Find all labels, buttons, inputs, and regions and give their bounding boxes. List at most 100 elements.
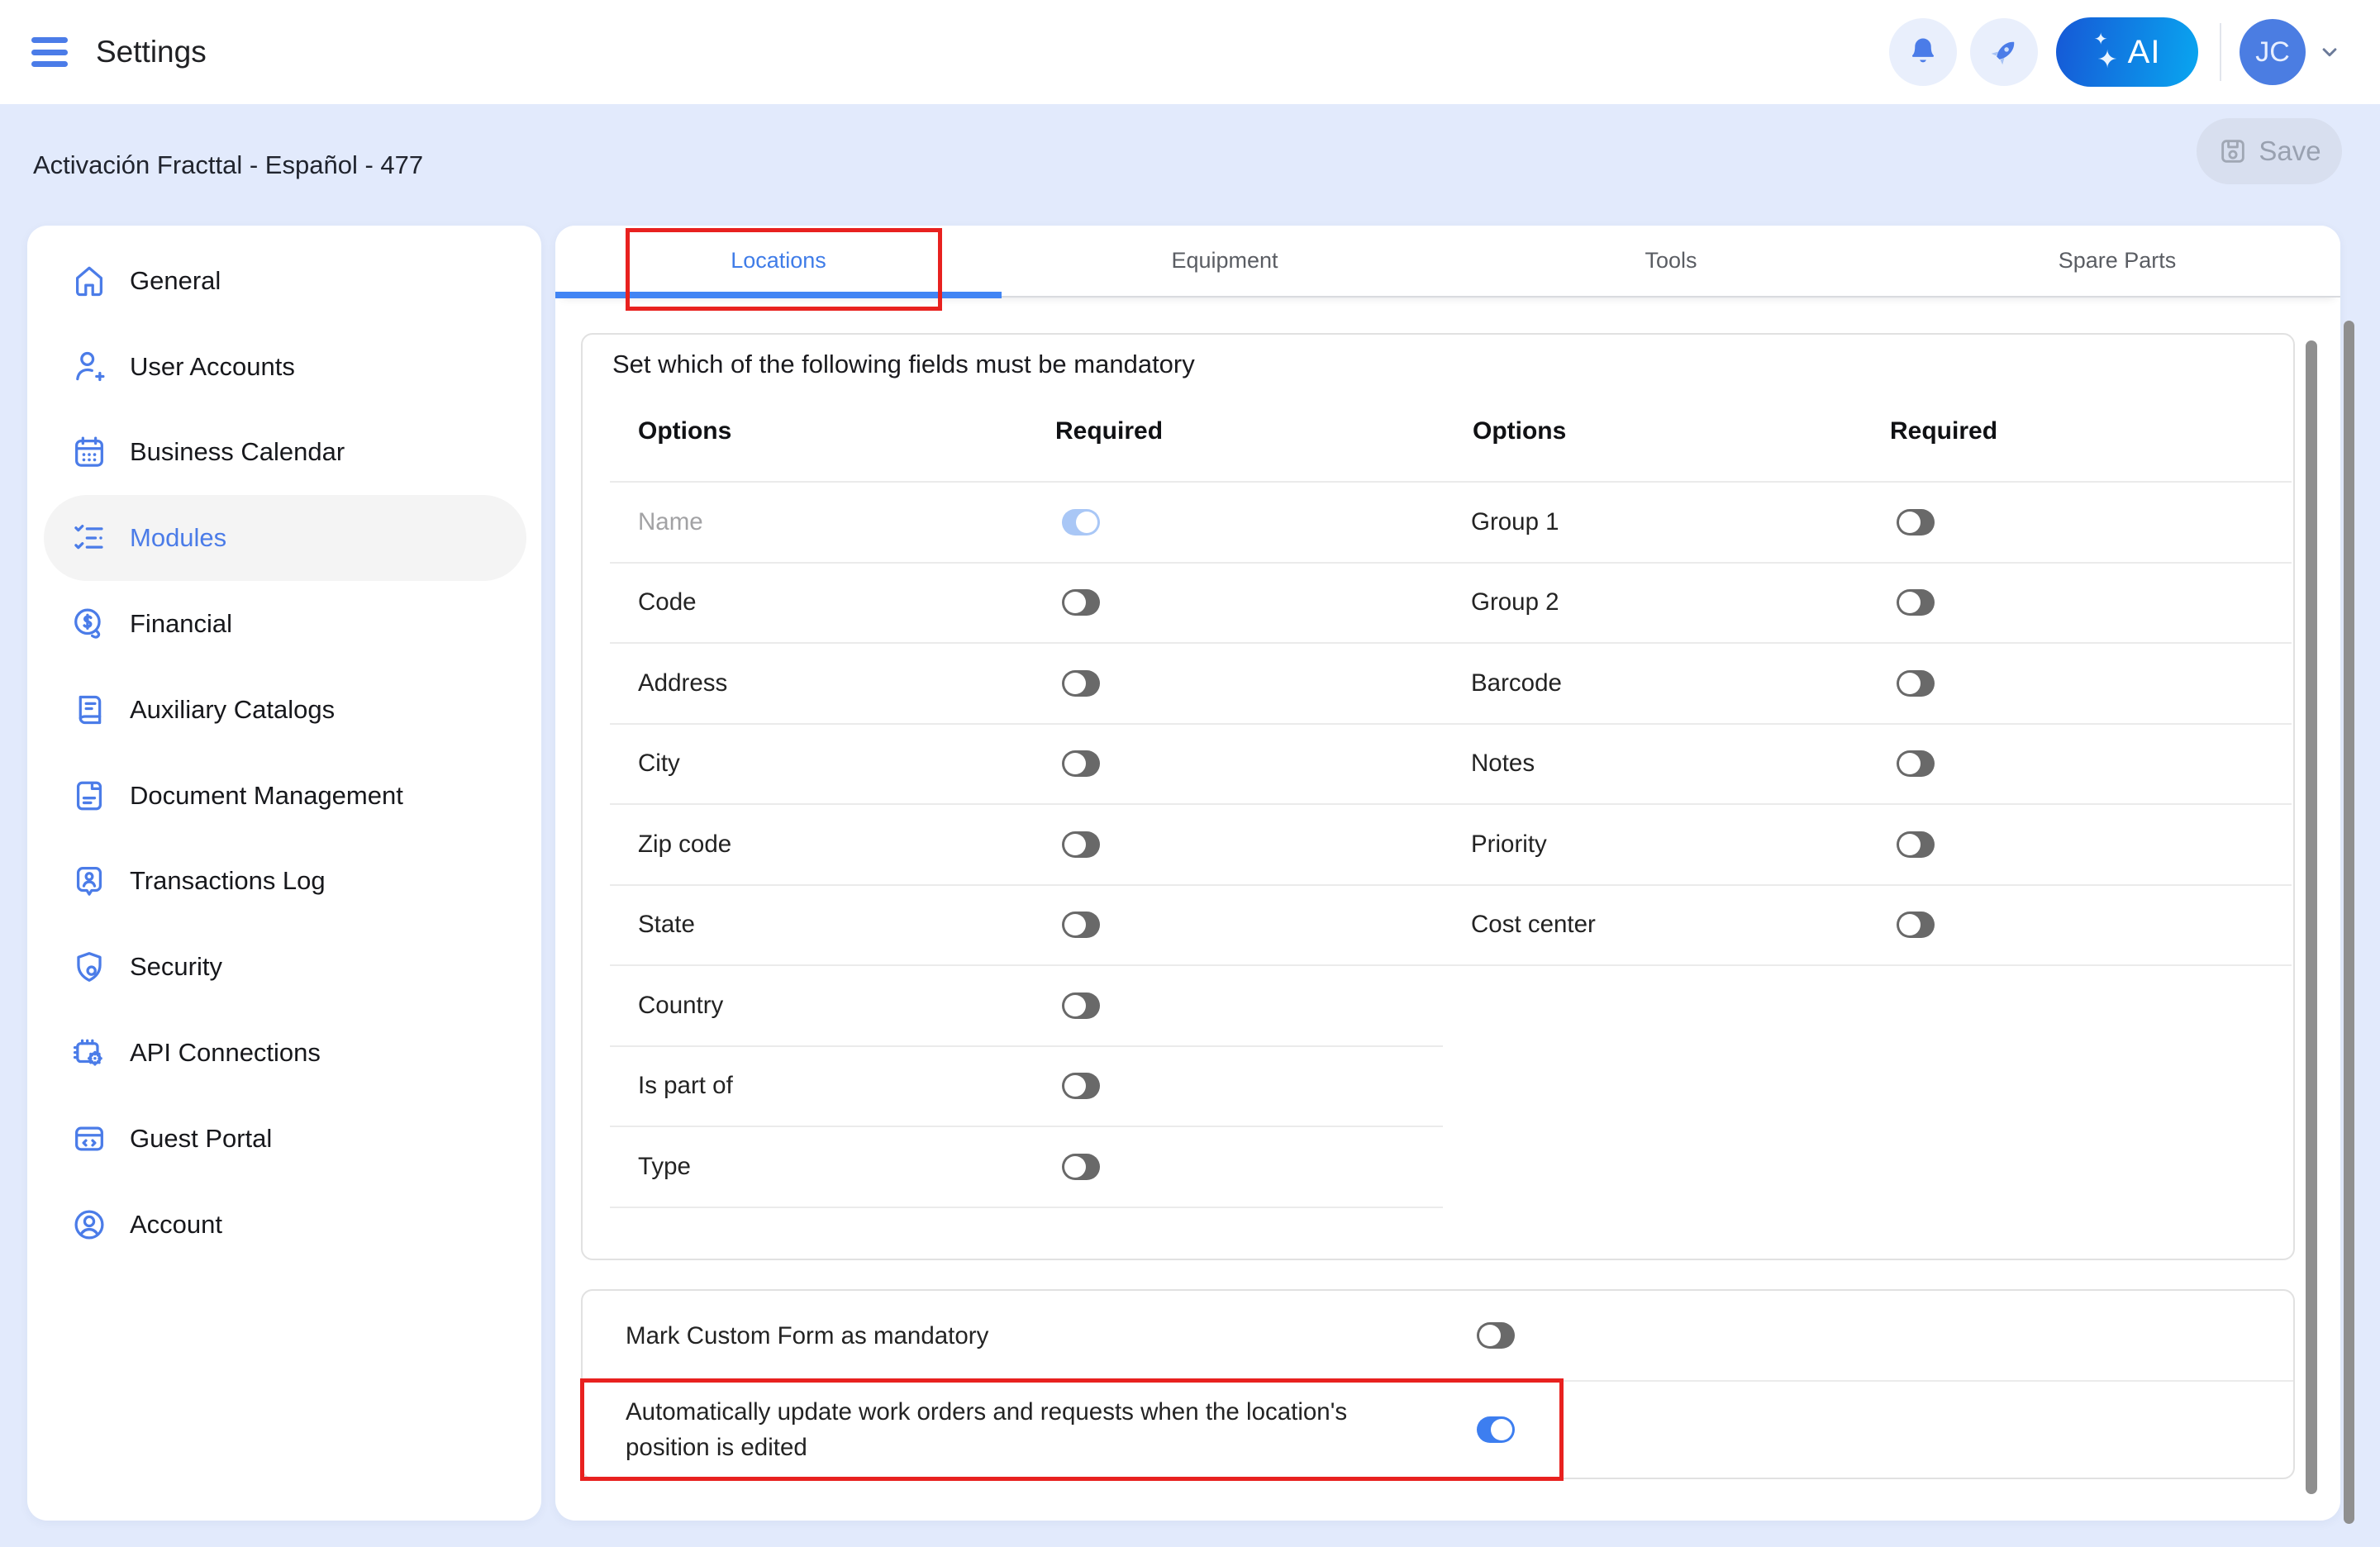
sidebar-item-api-connections[interactable]: API Connections	[44, 1010, 526, 1096]
sidebar-item-label: Business Calendar	[130, 437, 345, 467]
toggle-address[interactable]	[1062, 670, 1100, 697]
tab-equipment[interactable]: Equipment	[1002, 226, 1448, 296]
header-actions: ✦✦ AI JC	[1876, 17, 2342, 87]
sidebar-item-document-management[interactable]: Document Management	[44, 753, 526, 839]
user-plus-icon	[70, 348, 108, 386]
top-header: Settings ✦✦ AI JC	[0, 0, 2380, 104]
column-header-options-1: Options	[638, 417, 731, 445]
header-divider	[2220, 23, 2221, 81]
toggle-code[interactable]	[1062, 589, 1100, 616]
tab-spare-parts[interactable]: Spare Parts	[1894, 226, 2340, 296]
toggle-name	[1062, 509, 1100, 536]
ai-assistant-button[interactable]: ✦✦ AI	[2056, 17, 2198, 87]
toggle-barcode[interactable]	[1897, 670, 1935, 697]
chip-gear-icon	[70, 1034, 108, 1072]
shield-icon	[70, 948, 108, 986]
whats-new-button[interactable]	[1970, 18, 2038, 86]
toggle-priority[interactable]	[1897, 831, 1935, 858]
avatar[interactable]: JC	[2240, 19, 2306, 85]
notifications-button[interactable]	[1889, 18, 1957, 86]
field-row-name: Name	[610, 483, 1443, 564]
toggle-automatically-update-work-orders-and-requests-when-the-location-s-position-is-edited[interactable]	[1477, 1416, 1515, 1443]
field-row-code: Code	[610, 564, 1443, 645]
sidebar-item-financial[interactable]: Financial	[44, 581, 526, 667]
toggle-group-1[interactable]	[1897, 509, 1935, 536]
sidebar-item-business-calendar[interactable]: Business Calendar	[44, 410, 526, 496]
tab-locations[interactable]: Locations	[555, 226, 1002, 296]
content-scrollbar[interactable]	[2306, 340, 2317, 1494]
fields-column-right: Group 1 Group 2 Barcode Notes Priority Cost c…	[1443, 483, 2292, 1208]
field-label: Address	[610, 669, 727, 697]
toggle-is-part-of[interactable]	[1062, 1073, 1100, 1099]
sidebar-item-label: Transactions Log	[130, 866, 326, 896]
active-tab-underline	[555, 292, 1002, 298]
document-icon	[70, 777, 108, 815]
field-row-type: Type	[610, 1127, 1443, 1208]
dollar-coin-icon	[70, 605, 108, 643]
field-label: Type	[610, 1153, 691, 1181]
sidebar-item-label: Document Management	[130, 781, 403, 811]
toggle-group-2[interactable]	[1897, 589, 1935, 616]
menu-icon[interactable]	[31, 37, 68, 67]
save-icon	[2217, 136, 2249, 167]
sidebar-item-label: General	[130, 266, 221, 296]
checklist-icon	[70, 519, 108, 557]
toggle-notes[interactable]	[1897, 750, 1935, 777]
sidebar-item-label: Modules	[130, 523, 226, 553]
field-row-state: State	[610, 886, 1443, 967]
fields-table: NameCodeAddressCityZip codeStateCountryI…	[610, 481, 2292, 1208]
account-menu-button[interactable]	[2317, 40, 2342, 64]
field-label: Name	[610, 508, 703, 536]
sidebar-item-user-accounts[interactable]: User Accounts	[44, 324, 526, 410]
field-label: Zip code	[610, 831, 731, 859]
sidebar-item-label: User Accounts	[130, 352, 295, 382]
sidebar-item-label: Guest Portal	[130, 1124, 272, 1154]
main-content-card: LocationsEquipmentToolsSpare Parts Set w…	[555, 226, 2340, 1521]
toggle-cost-center[interactable]	[1897, 912, 1935, 938]
module-tabs: LocationsEquipmentToolsSpare Parts	[555, 226, 2340, 298]
rocket-icon	[1986, 34, 2022, 70]
sidebar-item-transactions-log[interactable]: Transactions Log	[44, 839, 526, 925]
toggle-type[interactable]	[1062, 1154, 1100, 1180]
sidebar-item-label: Account	[130, 1210, 222, 1240]
sidebar-item-label: API Connections	[130, 1038, 321, 1068]
settings-sidebar: General User Accounts Business Calendar …	[27, 226, 541, 1521]
field-label: State	[610, 911, 695, 939]
toggle-country[interactable]	[1062, 992, 1100, 1019]
field-label: Cost center	[1443, 911, 1596, 939]
field-row-city: City	[610, 725, 1443, 806]
field-label: Notes	[1443, 750, 1535, 778]
sparkles-icon: ✦✦	[2094, 31, 2115, 73]
sidebar-item-security[interactable]: Security	[44, 924, 526, 1010]
sidebar-item-guest-portal[interactable]: Guest Portal	[44, 1096, 526, 1182]
field-label: City	[610, 750, 680, 778]
sidebar-item-general[interactable]: General	[44, 238, 526, 324]
column-header-required-2: Required	[1890, 417, 1997, 445]
save-button[interactable]: Save	[2197, 118, 2342, 184]
page-scrollbar[interactable]	[2344, 321, 2354, 1524]
field-label: Group 1	[1443, 508, 1559, 536]
field-label: Group 2	[1443, 588, 1559, 616]
bell-icon	[1905, 34, 1941, 70]
sidebar-item-label: Auxiliary Catalogs	[130, 695, 335, 725]
field-row-cost-center: Cost center	[1443, 886, 2292, 967]
option-row-automatically-update-work-orders-and-req: Automatically update work orders and req…	[583, 1382, 2293, 1478]
tab-tools[interactable]: Tools	[1448, 226, 1894, 296]
page-title: Settings	[96, 35, 207, 69]
card-code-icon	[70, 1120, 108, 1158]
sidebar-item-account[interactable]: Account	[44, 1182, 526, 1268]
toggle-mark-custom-form-as-mandatory[interactable]	[1477, 1322, 1515, 1349]
toggle-zip-code[interactable]	[1062, 831, 1100, 858]
option-label: Mark Custom Form as mandatory	[583, 1318, 988, 1354]
toggle-city[interactable]	[1062, 750, 1100, 777]
sidebar-item-modules[interactable]: Modules	[44, 495, 526, 581]
field-row-country: Country	[610, 966, 1443, 1047]
save-label: Save	[2259, 136, 2320, 167]
sidebar-item-label: Financial	[130, 609, 232, 639]
sidebar-item-auxiliary-catalogs[interactable]: Auxiliary Catalogs	[44, 667, 526, 753]
toggle-state[interactable]	[1062, 912, 1100, 938]
field-row-priority: Priority	[1443, 805, 2292, 886]
book-icon	[70, 691, 108, 729]
field-label: Barcode	[1443, 669, 1562, 697]
field-row-barcode: Barcode	[1443, 644, 2292, 725]
